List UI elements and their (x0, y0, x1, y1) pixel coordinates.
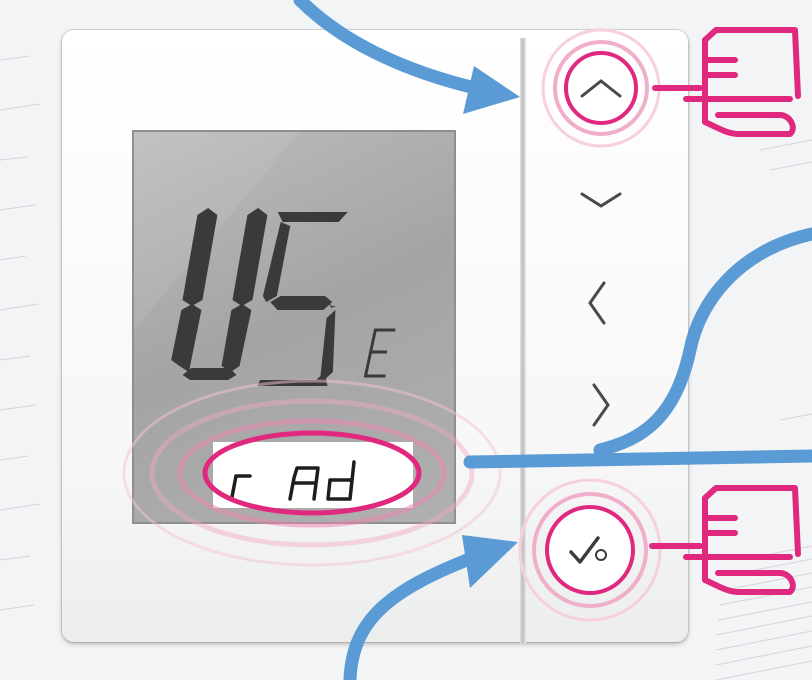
arrow-to-sub-display (463, 449, 812, 469)
arrow-to-confirm-button (343, 551, 479, 680)
lcd-main-segments (171, 208, 396, 386)
pointing-hand-icon (652, 27, 801, 137)
arrow-to-up-button (293, 0, 482, 95)
right-button[interactable] (566, 370, 636, 440)
left-button[interactable] (566, 268, 636, 338)
sub-display-highlight (122, 379, 502, 567)
pointing-hand-icon (649, 485, 801, 595)
arrow-heads (462, 66, 520, 588)
down-button[interactable] (566, 165, 636, 235)
lcd-sub-segments (230, 460, 356, 501)
up-button[interactable] (566, 53, 636, 123)
confirm-button[interactable] (547, 507, 633, 593)
overlay-graphics (122, 0, 812, 680)
